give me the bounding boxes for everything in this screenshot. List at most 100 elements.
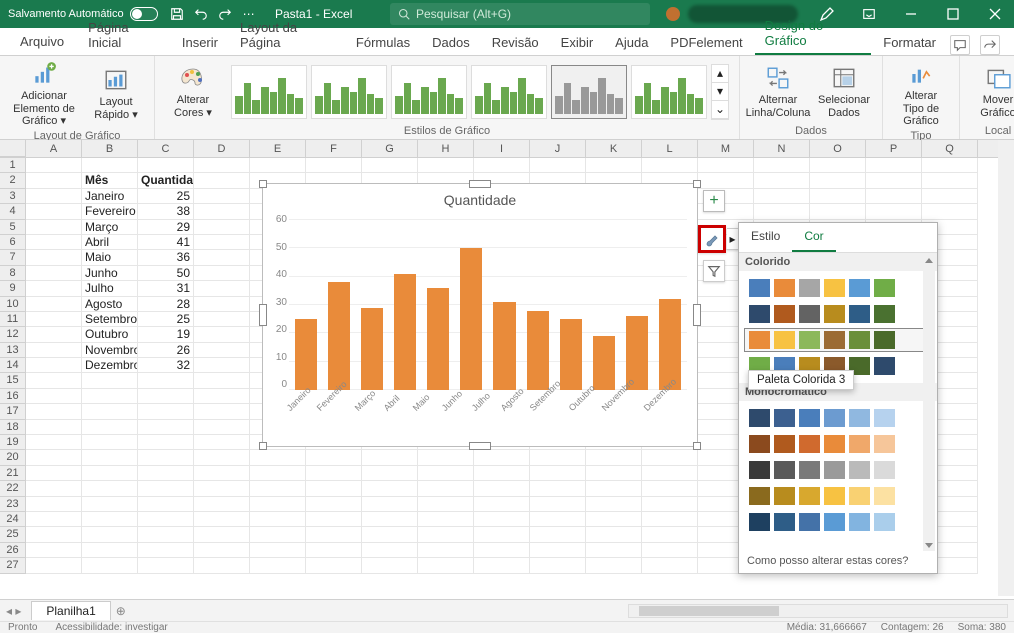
color-swatch[interactable] xyxy=(849,487,870,505)
cell[interactable] xyxy=(26,173,82,188)
cell[interactable] xyxy=(866,189,922,204)
cell[interactable] xyxy=(82,404,138,419)
cell[interactable] xyxy=(250,543,306,558)
minimize-icon[interactable] xyxy=(892,0,930,28)
cell[interactable] xyxy=(586,527,642,542)
cell[interactable]: Agosto xyxy=(82,297,138,312)
cell[interactable] xyxy=(194,235,250,250)
close-icon[interactable] xyxy=(976,0,1014,28)
cell[interactable] xyxy=(26,358,82,373)
color-swatch[interactable] xyxy=(799,461,820,479)
style-thumb[interactable] xyxy=(311,65,387,119)
row-header[interactable]: 4 xyxy=(0,204,26,219)
cell[interactable] xyxy=(530,527,586,542)
cell[interactable] xyxy=(250,497,306,512)
color-swatch[interactable] xyxy=(749,279,770,297)
cell[interactable] xyxy=(306,558,362,573)
cell[interactable] xyxy=(26,158,82,173)
cell[interactable] xyxy=(26,327,82,342)
gallery-nav[interactable]: ▴ ▾ ⌄ xyxy=(711,64,729,120)
color-swatch[interactable] xyxy=(849,279,870,297)
color-swatch[interactable] xyxy=(824,461,845,479)
cell[interactable]: Mês xyxy=(82,173,138,188)
col-header[interactable]: Q xyxy=(922,140,978,158)
cell[interactable] xyxy=(194,404,250,419)
cell[interactable] xyxy=(194,358,250,373)
cell[interactable] xyxy=(418,497,474,512)
cell[interactable] xyxy=(642,543,698,558)
undo-icon[interactable] xyxy=(190,3,212,25)
cell[interactable] xyxy=(698,173,754,188)
cell[interactable] xyxy=(194,220,250,235)
cell[interactable] xyxy=(194,527,250,542)
col-header[interactable]: N xyxy=(754,140,810,158)
row-header[interactable]: 9 xyxy=(0,281,26,296)
popup-footer-link[interactable]: Como posso alterar estas cores? xyxy=(747,555,908,567)
cell[interactable] xyxy=(754,189,810,204)
row-header[interactable]: 1 xyxy=(0,158,26,173)
cell[interactable] xyxy=(26,404,82,419)
cell[interactable] xyxy=(26,312,82,327)
cell[interactable] xyxy=(82,558,138,573)
row-header[interactable]: 19 xyxy=(0,435,26,450)
tab-design-grafico[interactable]: Design do Gráfico xyxy=(755,12,872,55)
cell[interactable]: 26 xyxy=(138,343,194,358)
cell[interactable] xyxy=(306,158,362,173)
column-headers[interactable]: ABCDEFGHIJKLMNOPQ xyxy=(0,140,1014,158)
col-header[interactable]: M xyxy=(698,140,754,158)
col-header[interactable]: P xyxy=(866,140,922,158)
col-header[interactable]: H xyxy=(418,140,474,158)
popup-tab-cor[interactable]: Cor xyxy=(792,223,835,252)
cell[interactable] xyxy=(194,327,250,342)
cell[interactable] xyxy=(530,497,586,512)
cell[interactable] xyxy=(26,220,82,235)
vertical-scrollbar[interactable] xyxy=(998,140,1014,596)
cell[interactable] xyxy=(82,481,138,496)
color-swatch[interactable] xyxy=(824,305,845,323)
cell[interactable] xyxy=(26,297,82,312)
cell[interactable] xyxy=(194,435,250,450)
style-thumb[interactable] xyxy=(471,65,547,119)
col-header[interactable]: D xyxy=(194,140,250,158)
cell[interactable] xyxy=(418,466,474,481)
color-swatch[interactable] xyxy=(874,357,895,375)
row-header[interactable]: 18 xyxy=(0,420,26,435)
cell[interactable] xyxy=(418,527,474,542)
cell[interactable] xyxy=(586,450,642,465)
cell[interactable] xyxy=(866,173,922,188)
move-chart-button[interactable]: Mover Gráfico xyxy=(970,64,1014,119)
cell[interactable]: Dezembro xyxy=(82,358,138,373)
style-thumb[interactable] xyxy=(551,65,627,119)
cell[interactable] xyxy=(642,497,698,512)
color-swatch[interactable] xyxy=(874,461,895,479)
cell[interactable]: 38 xyxy=(138,204,194,219)
tab-inserir[interactable]: Inserir xyxy=(172,29,228,55)
quick-layout-button[interactable]: Layout Rápido ▾ xyxy=(88,66,144,121)
cell[interactable] xyxy=(26,512,82,527)
cell[interactable] xyxy=(922,158,978,173)
cell[interactable] xyxy=(250,512,306,527)
cell[interactable] xyxy=(306,497,362,512)
cell[interactable] xyxy=(138,481,194,496)
col-header[interactable]: K xyxy=(586,140,642,158)
cell[interactable] xyxy=(26,204,82,219)
color-swatch[interactable] xyxy=(749,331,770,349)
cell[interactable] xyxy=(26,235,82,250)
color-swatch[interactable] xyxy=(774,331,795,349)
cell[interactable] xyxy=(474,512,530,527)
row-header[interactable]: 16 xyxy=(0,389,26,404)
row-header[interactable]: 20 xyxy=(0,450,26,465)
resize-handle[interactable] xyxy=(259,442,267,450)
color-swatch[interactable] xyxy=(749,435,770,453)
cell[interactable] xyxy=(194,312,250,327)
cell[interactable]: Abril xyxy=(82,235,138,250)
palette-row[interactable] xyxy=(745,485,931,507)
cell[interactable] xyxy=(194,343,250,358)
chart-styles-gallery[interactable]: ▴ ▾ ⌄ xyxy=(231,64,729,120)
cell[interactable] xyxy=(922,173,978,188)
cell[interactable] xyxy=(250,558,306,573)
cell[interactable] xyxy=(754,204,810,219)
chart-filter-fab[interactable] xyxy=(703,260,725,282)
cell[interactable] xyxy=(250,466,306,481)
cell[interactable] xyxy=(26,466,82,481)
